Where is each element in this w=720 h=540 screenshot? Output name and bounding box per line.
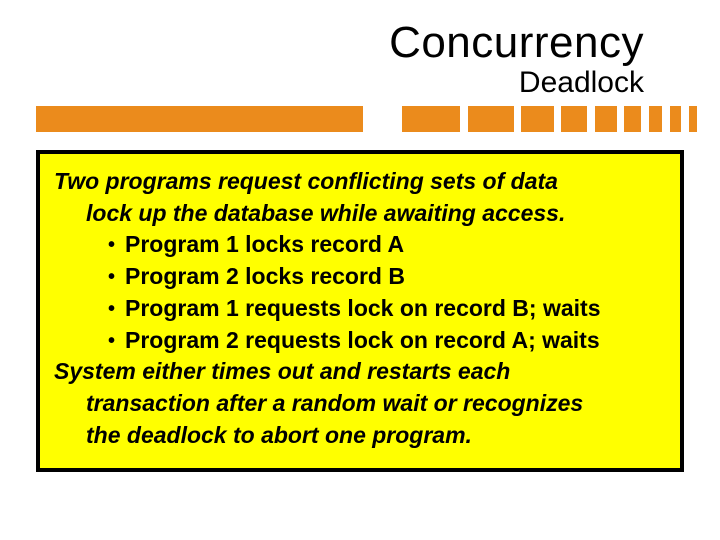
bullet-icon: • — [108, 267, 115, 287]
content-box: Two programs request conflicting sets of… — [36, 150, 684, 472]
bullet-item: • Program 2 requests lock on record A; w… — [54, 325, 666, 357]
accent-stripes — [36, 106, 684, 132]
para2-line1: System either times out and restarts eac… — [54, 356, 666, 388]
bullet-text: Program 2 requests lock on record A; wai… — [125, 325, 600, 357]
bullet-icon: • — [108, 331, 115, 351]
slide: Concurrency Deadlock Two programs reques… — [0, 0, 720, 540]
bullet-text: Program 2 locks record B — [125, 261, 405, 293]
para1-line1: Two programs request conflicting sets of… — [54, 166, 666, 198]
bullet-item: • Program 1 requests lock on record B; w… — [54, 293, 666, 325]
para1-line2: lock up the database while awaiting acce… — [54, 198, 666, 230]
bullet-item: • Program 1 locks record A — [54, 229, 666, 261]
para2-line3: the deadlock to abort one program. — [54, 420, 666, 452]
slide-title: Concurrency — [36, 18, 684, 68]
bullet-text: Program 1 locks record A — [125, 229, 404, 261]
bullet-icon: • — [108, 299, 115, 319]
para2-line2: transaction after a random wait or recog… — [54, 388, 666, 420]
bullet-text: Program 1 requests lock on record B; wai… — [125, 293, 600, 325]
bullet-item: • Program 2 locks record B — [54, 261, 666, 293]
bullet-icon: • — [108, 235, 115, 255]
slide-subtitle: Deadlock — [36, 66, 684, 100]
